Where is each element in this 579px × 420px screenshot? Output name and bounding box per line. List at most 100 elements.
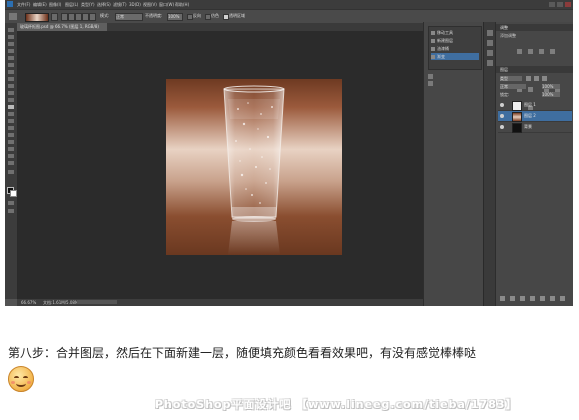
layer-row-active[interactable]: 图层 2 (498, 111, 572, 122)
menu-file[interactable]: 文件(F) (17, 2, 30, 8)
filter-pixel-icon[interactable] (526, 76, 531, 81)
gradient-tool-icon[interactable] (8, 105, 14, 109)
menu-filter[interactable]: 滤镜(T) (113, 2, 127, 8)
trash-icon[interactable] (560, 296, 565, 301)
screen-mode-icon[interactable] (8, 209, 14, 213)
background-color-swatch[interactable] (10, 190, 17, 197)
swatches-panel-icon[interactable] (487, 40, 493, 46)
horizontal-scrollbar[interactable] (77, 300, 117, 304)
reflected-gradient-icon[interactable] (82, 13, 89, 21)
zoom-readout[interactable]: 66.67% (21, 300, 36, 305)
opacity-field[interactable]: 100% (167, 13, 183, 21)
panel-icon[interactable] (428, 74, 433, 79)
menu-select[interactable]: 选择(S) (97, 2, 111, 8)
opacity-label: 不透明度: (145, 13, 163, 18)
shape-tool-icon[interactable] (8, 147, 14, 151)
levels-icon[interactable] (528, 49, 533, 54)
zoom-tool-icon[interactable] (8, 161, 14, 165)
layer-style-icon[interactable] (510, 296, 515, 301)
document-workspace (18, 31, 423, 299)
close-icon[interactable] (565, 2, 571, 7)
layers-blend-row: 正常 100% (498, 83, 572, 90)
eye-icon[interactable] (500, 125, 504, 129)
move-tool-icon[interactable] (8, 28, 14, 32)
menu-type[interactable]: 类型(Y) (81, 2, 95, 8)
layer-opacity-field[interactable]: 100% (542, 84, 560, 89)
type-tool-icon[interactable] (8, 133, 14, 137)
document-canvas[interactable] (166, 79, 342, 255)
dodge-tool-icon[interactable] (8, 119, 14, 123)
more-tools-icon[interactable] (8, 170, 14, 174)
pen-tool-icon[interactable] (8, 126, 14, 130)
menu-layer[interactable]: 图层(L) (65, 2, 78, 8)
group-icon[interactable] (540, 296, 545, 301)
mode-select[interactable]: 正常 (115, 13, 143, 21)
new-layer-icon[interactable] (550, 296, 555, 301)
eye-icon[interactable] (500, 103, 504, 107)
hand-tool-icon[interactable] (8, 154, 14, 158)
history-item-active[interactable]: 渐变 (431, 53, 479, 60)
brightness-contrast-icon[interactable] (517, 49, 522, 54)
properties-panel-icon[interactable] (487, 50, 493, 56)
menu-window[interactable]: 窗口(W) (159, 2, 174, 8)
gradient-swatch[interactable] (25, 13, 49, 22)
history-item[interactable]: 新建图层 (431, 37, 479, 44)
layer-mask-icon[interactable] (520, 296, 525, 301)
blend-mode-select[interactable]: 正常 (500, 84, 526, 89)
history-step-icon (431, 55, 435, 59)
document-tab-bar: 玻璃杯抠图.psd @ 66.7% (图层 1, RGB/8) (17, 23, 423, 31)
history-item[interactable]: 油漆桶 (431, 45, 479, 52)
exposure-icon[interactable] (550, 49, 555, 54)
panel-icon[interactable] (428, 81, 433, 86)
layer-thumbnail (512, 123, 522, 133)
linear-gradient-icon[interactable] (61, 13, 68, 21)
menu-view[interactable]: 视图(V) (143, 2, 157, 8)
diamond-gradient-icon[interactable] (89, 13, 96, 21)
history-item[interactable]: 移动工具 (431, 29, 479, 36)
menu-3d[interactable]: 3D(D) (129, 2, 141, 7)
adjustment-layer-icon[interactable] (530, 296, 535, 301)
quick-mask-icon[interactable] (8, 201, 14, 205)
link-layers-icon[interactable] (500, 296, 505, 301)
quick-select-tool-icon[interactable] (8, 49, 14, 53)
layers-panel-header: 图层 (496, 66, 573, 73)
eraser-tool-icon[interactable] (8, 98, 14, 102)
curves-icon[interactable] (539, 49, 544, 54)
minimize-icon[interactable] (549, 2, 555, 7)
lock-label: 锁定: (500, 92, 510, 97)
layer-row[interactable]: 图层 1 (498, 100, 572, 111)
gradient-tool-icon[interactable] (9, 13, 17, 20)
blur-tool-icon[interactable] (8, 112, 14, 116)
radial-gradient-icon[interactable] (68, 13, 75, 21)
crop-tool-icon[interactable] (8, 56, 14, 60)
history-brush-tool-icon[interactable] (8, 91, 14, 95)
maximize-icon[interactable] (557, 2, 563, 7)
history-dock: 移动工具 新建图层 油漆桶 渐变 (423, 22, 484, 306)
layer-fill-field[interactable]: 100% (542, 92, 560, 97)
angle-gradient-icon[interactable] (75, 13, 82, 21)
eye-icon[interactable] (500, 114, 504, 118)
glass-image (223, 85, 285, 255)
layer-name: 图层 1 (524, 102, 536, 107)
brush-tool-icon[interactable] (8, 77, 14, 81)
emoji-blush (27, 381, 31, 384)
clone-stamp-tool-icon[interactable] (8, 84, 14, 88)
info-panel-icon[interactable] (487, 60, 493, 66)
marquee-tool-icon[interactable] (8, 35, 14, 39)
filter-adjust-icon[interactable] (534, 76, 539, 81)
document-tab[interactable]: 玻璃杯抠图.psd @ 66.7% (图层 1, RGB/8) (17, 23, 107, 31)
layer-row[interactable]: 背景 (498, 122, 572, 133)
lasso-tool-icon[interactable] (8, 42, 14, 46)
menu-edit[interactable]: 编辑(E) (33, 2, 47, 8)
filter-type-icon[interactable] (542, 76, 547, 81)
layer-filter-select[interactable]: 类型 (500, 76, 522, 81)
healing-brush-tool-icon[interactable] (8, 70, 14, 74)
menu-help[interactable]: 帮助(H) (175, 2, 189, 8)
history-panel: 移动工具 新建图层 油漆桶 渐变 (428, 26, 482, 70)
eyedropper-tool-icon[interactable] (8, 63, 14, 67)
path-select-tool-icon[interactable] (8, 140, 14, 144)
gradient-dropdown-icon[interactable] (51, 13, 58, 21)
color-panel-icon[interactable] (487, 30, 493, 36)
menu-image[interactable]: 图像(I) (49, 2, 61, 8)
layers-footer (500, 296, 570, 303)
